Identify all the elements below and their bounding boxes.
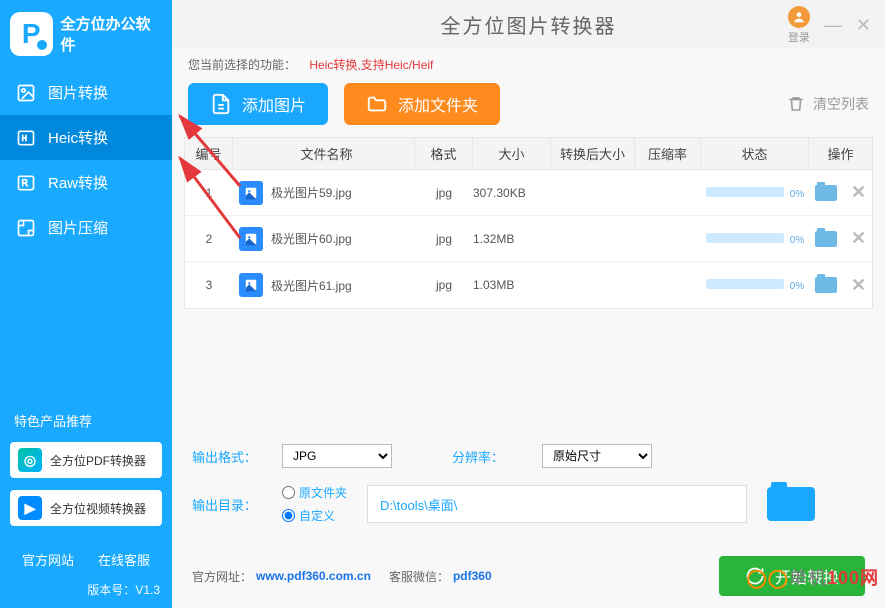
sidebar-item-image-convert[interactable]: 图片转换 <box>0 70 172 115</box>
promo-label: 全方位视频转换器 <box>50 500 146 517</box>
logo-icon: P <box>10 12 53 56</box>
progress-cell: 0% <box>701 232 809 246</box>
thumbnail-icon <box>239 181 263 205</box>
sidebar-item-heic-convert[interactable]: Heic转换 <box>0 115 172 160</box>
promo-label: 全方位PDF转换器 <box>50 452 146 469</box>
open-folder-button[interactable] <box>815 185 837 201</box>
login-button[interactable]: 登录 <box>788 6 810 45</box>
output-path-input[interactable]: D:\tools\桌面\ <box>367 485 747 523</box>
close-button[interactable]: ✕ <box>856 15 871 36</box>
minimize-button[interactable]: — <box>824 15 842 36</box>
remove-row-button[interactable]: ✕ <box>851 182 866 203</box>
col-ops: 操作 <box>809 138 872 169</box>
main: 全方位图片转换器 登录 — ✕ 您当前选择的功能： Heic转换,支持Heic/… <box>172 0 885 608</box>
raw-icon <box>16 173 36 193</box>
bottom-bar: 官方网址： www.pdf360.com.cn 客服微信： pdf360 开始转… <box>172 550 885 608</box>
radio-custom-folder[interactable]: 自定义 <box>282 507 347 524</box>
nav-label: 图片压缩 <box>48 217 108 238</box>
promo-pdf-converter[interactable]: ◎ 全方位PDF转换器 <box>10 442 162 478</box>
file-name: 极光图片59.jpg <box>271 184 352 201</box>
pdf-icon: ◎ <box>18 448 42 472</box>
open-folder-button[interactable] <box>815 277 837 293</box>
current-function-value: Heic转换,支持Heic/Heif <box>309 58 433 72</box>
col-size: 大小 <box>473 138 551 169</box>
footer-links: 官方网站 在线客服 <box>0 532 172 575</box>
file-icon <box>210 93 232 115</box>
logo-text: 全方位办公软件 <box>61 13 162 55</box>
titlebar: 全方位图片转换器 登录 — ✕ <box>172 0 885 48</box>
browse-folder-button[interactable] <box>767 487 815 521</box>
promo-header: 特色产品推荐 <box>0 401 172 436</box>
sidebar-item-raw-convert[interactable]: Raw转换 <box>0 160 172 205</box>
add-image-button[interactable]: 添加图片 <box>188 83 328 125</box>
radio-original-folder[interactable]: 原文件夹 <box>282 484 347 501</box>
thumbnail-icon <box>239 273 263 297</box>
promo-video-converter[interactable]: ▶ 全方位视频转换器 <box>10 490 162 526</box>
nav-label: Raw转换 <box>48 172 108 193</box>
output-format-label: 输出格式： <box>192 447 262 466</box>
table-row: 3 极光图片61.jpg jpg 1.03MB 0% ✕ <box>185 262 872 308</box>
file-table: 编号 文件名称 格式 大小 转换后大小 压缩率 状态 操作 1 极光图片59.j… <box>184 137 873 309</box>
table-row: 1 极光图片59.jpg jpg 307.30KB 0% ✕ <box>185 170 872 216</box>
wechat-id: pdf360 <box>453 569 492 583</box>
official-url-link[interactable]: www.pdf360.com.cn <box>256 569 371 583</box>
resolution-select[interactable]: 原始尺寸 <box>542 444 652 468</box>
table-header: 编号 文件名称 格式 大小 转换后大小 压缩率 状态 操作 <box>185 138 872 170</box>
clear-list-button[interactable]: 清空列表 <box>787 94 869 114</box>
nav-label: Heic转换 <box>48 127 108 148</box>
login-label: 登录 <box>788 29 810 45</box>
remove-row-button[interactable]: ✕ <box>851 275 866 296</box>
video-icon: ▶ <box>18 496 42 520</box>
table-row: 2 极光图片60.jpg jpg 1.32MB 0% ✕ <box>185 216 872 262</box>
progress-cell: 0% <box>701 186 809 200</box>
version: 版本号：V1.3 <box>0 575 172 608</box>
avatar-icon <box>788 6 810 28</box>
open-folder-button[interactable] <box>815 231 837 247</box>
folder-icon <box>366 93 388 115</box>
col-name: 文件名称 <box>233 138 415 169</box>
current-function: 您当前选择的功能： Heic转换,支持Heic/Heif <box>172 48 885 73</box>
refresh-icon <box>745 566 765 586</box>
start-convert-button[interactable]: 开始转换 <box>719 556 865 596</box>
col-status: 状态 <box>701 138 809 169</box>
output-settings: 输出格式： JPG 分辨率： 原始尺寸 输出目录： 原文件夹 自定义 D:\to… <box>172 430 885 550</box>
output-dir-label: 输出目录： <box>192 495 262 514</box>
image-icon <box>16 83 36 103</box>
logo: P 全方位办公软件 <box>0 0 172 70</box>
col-num: 编号 <box>185 138 233 169</box>
output-format-select[interactable]: JPG <box>282 444 392 468</box>
col-format: 格式 <box>415 138 473 169</box>
sidebar: P 全方位办公软件 图片转换 Heic转换 Raw转换 图片压缩 <box>0 0 172 608</box>
add-folder-button[interactable]: 添加文件夹 <box>344 83 500 125</box>
app-title: 全方位图片转换器 <box>441 10 617 39</box>
resolution-label: 分辨率： <box>452 447 522 466</box>
heic-icon <box>16 128 36 148</box>
col-after-size: 转换后大小 <box>551 138 635 169</box>
online-support-link[interactable]: 在线客服 <box>98 550 150 569</box>
thumbnail-icon <box>239 227 263 251</box>
compress-icon <box>16 218 36 238</box>
sidebar-item-image-compress[interactable]: 图片压缩 <box>0 205 172 250</box>
nav-label: 图片转换 <box>48 82 108 103</box>
official-site-link[interactable]: 官方网站 <box>22 550 74 569</box>
file-name: 极光图片60.jpg <box>271 230 352 247</box>
col-ratio: 压缩率 <box>635 138 701 169</box>
trash-icon <box>787 95 805 113</box>
remove-row-button[interactable]: ✕ <box>851 228 866 249</box>
file-name: 极光图片61.jpg <box>271 277 352 294</box>
progress-cell: 0% <box>701 278 809 292</box>
